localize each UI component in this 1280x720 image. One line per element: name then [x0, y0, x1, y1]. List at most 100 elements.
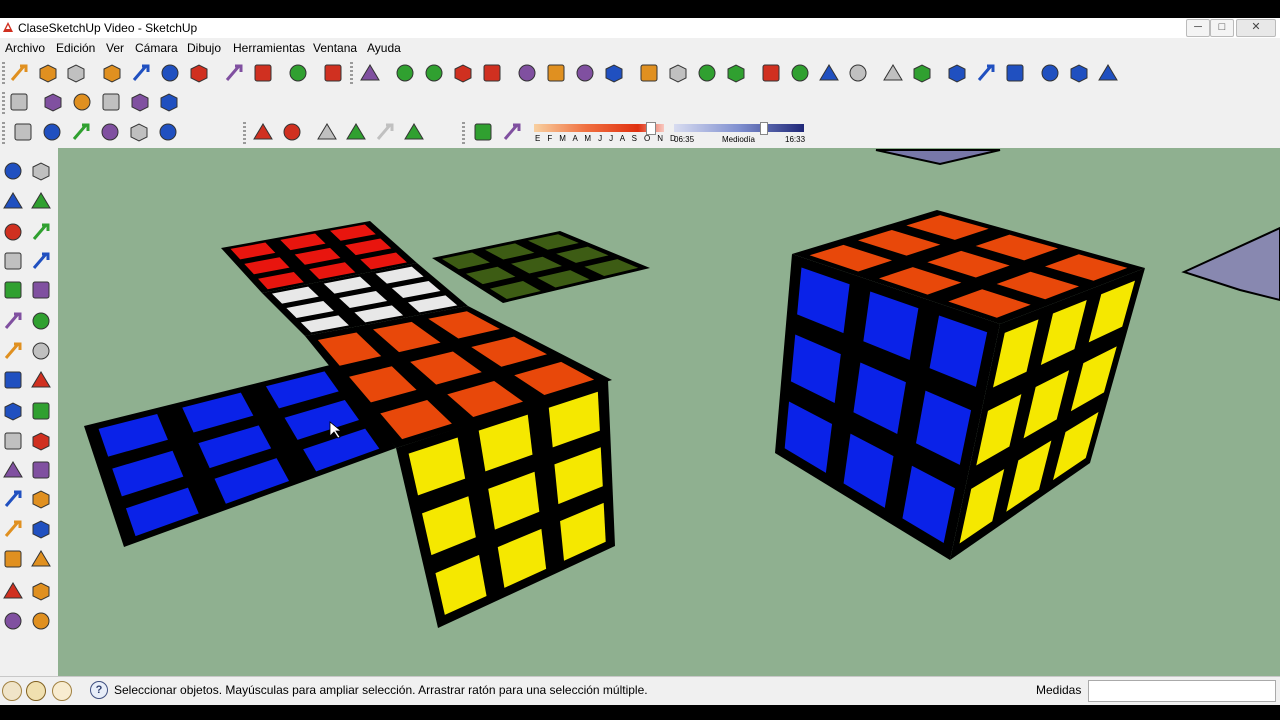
paint-tool-icon[interactable] — [0, 188, 26, 214]
eraser-icon[interactable] — [543, 60, 569, 86]
orbit-tool-icon[interactable] — [0, 486, 26, 512]
scale-tool-icon[interactable] — [0, 367, 26, 393]
push-pull-icon[interactable] — [636, 60, 662, 86]
pan-tool-icon[interactable] — [28, 486, 54, 512]
rectangle-tool-icon[interactable] — [0, 219, 26, 245]
toolbar-grip[interactable] — [2, 92, 5, 114]
zoom-extents-icon[interactable] — [845, 60, 871, 86]
top-view-icon[interactable] — [68, 119, 94, 145]
section-cut-icon[interactable] — [69, 89, 95, 115]
tape-tool-icon[interactable] — [0, 398, 26, 424]
front-view-icon[interactable] — [39, 119, 65, 145]
menu-ver[interactable]: Ver — [106, 41, 124, 55]
menu-dibujo[interactable]: Dibujo — [187, 41, 221, 55]
make-component-icon[interactable] — [514, 60, 540, 86]
rotate-icon[interactable] — [694, 60, 720, 86]
left-view-icon[interactable] — [155, 119, 181, 145]
toolbar-grip[interactable] — [462, 122, 465, 144]
toolbar-grip[interactable] — [350, 62, 353, 84]
shadow-months-bar[interactable] — [534, 124, 664, 132]
toolbar-grip[interactable] — [2, 122, 5, 144]
move-tool-icon[interactable] — [0, 308, 26, 334]
shadow-time-slider[interactable] — [760, 122, 768, 135]
make-component-tool-icon[interactable] — [28, 158, 54, 184]
menu-archivo[interactable]: Archivo — [5, 41, 45, 55]
look-around-tool-icon[interactable] — [28, 578, 54, 604]
walk-tool-icon[interactable] — [0, 608, 26, 634]
erase-icon[interactable] — [186, 60, 212, 86]
model-canvas[interactable] — [58, 148, 1280, 676]
text-tool-icon[interactable] — [28, 428, 54, 454]
dimension-tool-icon[interactable] — [28, 398, 54, 424]
component-share-icon[interactable] — [1066, 60, 1092, 86]
section-tool-icon[interactable] — [28, 608, 54, 634]
user-icon[interactable] — [52, 681, 72, 701]
warehouse-icon[interactable] — [1037, 60, 1063, 86]
pencil-icon[interactable] — [392, 60, 418, 86]
partial-gray-grid-top[interactable] — [875, 149, 1001, 166]
arc-tool-icon[interactable] — [28, 248, 54, 274]
copy-icon[interactable] — [128, 60, 154, 86]
follow-me-tool-icon[interactable] — [28, 338, 54, 364]
menu-ventana[interactable]: Ventana — [313, 41, 357, 55]
freehand-tool-icon[interactable] — [28, 277, 54, 303]
model-viewport[interactable] — [58, 148, 1280, 676]
menu-camara[interactable]: Cámara — [135, 41, 178, 55]
save-icon[interactable] — [63, 60, 89, 86]
xray-icon[interactable] — [250, 119, 276, 145]
measurements-field[interactable] — [1088, 680, 1276, 702]
model-info-icon[interactable] — [320, 60, 346, 86]
layer-icon[interactable] — [6, 89, 32, 115]
zoom-window-tool-icon[interactable] — [28, 516, 54, 542]
push-pull-tool-icon[interactable] — [28, 308, 54, 334]
credits-icon[interactable] — [26, 681, 46, 701]
polygon-tool-icon[interactable] — [0, 277, 26, 303]
zoom-extents-tool-icon[interactable] — [0, 546, 26, 572]
right-view-icon[interactable] — [97, 119, 123, 145]
menu-ayuda[interactable]: Ayuda — [367, 41, 401, 55]
toolbar-grip[interactable] — [2, 62, 5, 84]
rotate-tool-icon[interactable] — [0, 338, 26, 364]
display-cuts-icon[interactable] — [127, 89, 153, 115]
monochrome-icon[interactable] — [401, 119, 427, 145]
protractor-tool-icon[interactable] — [0, 428, 26, 454]
display-sections-icon[interactable] — [98, 89, 124, 115]
previous-tool-icon[interactable] — [28, 546, 54, 572]
partial-gray-grid-right[interactable] — [1181, 226, 1280, 302]
geolocation-icon[interactable] — [2, 681, 22, 701]
new-icon[interactable] — [6, 60, 32, 86]
circle-tool-icon[interactable] — [0, 248, 26, 274]
offset-icon[interactable] — [723, 60, 749, 86]
print-icon[interactable] — [285, 60, 311, 86]
paste-icon[interactable] — [157, 60, 183, 86]
circle-icon[interactable] — [450, 60, 476, 86]
zoom-icon[interactable] — [816, 60, 842, 86]
section-plane-icon[interactable] — [40, 89, 66, 115]
rectangle-icon[interactable] — [421, 60, 447, 86]
shadows-icon[interactable] — [470, 119, 496, 145]
wireframe-icon[interactable] — [279, 119, 305, 145]
maximize-button[interactable]: □ — [1210, 19, 1234, 37]
fill-icon[interactable] — [156, 89, 182, 115]
redo-icon[interactable] — [250, 60, 276, 86]
shadow-time-bar[interactable] — [674, 124, 804, 132]
textured-icon[interactable] — [372, 119, 398, 145]
menu-edicion[interactable]: Edición — [56, 41, 95, 55]
3d-text-tool-icon[interactable] — [28, 457, 54, 483]
zoom-tool-icon[interactable] — [0, 516, 26, 542]
open-icon[interactable] — [35, 60, 61, 86]
cut-icon[interactable] — [99, 60, 125, 86]
move-icon[interactable] — [665, 60, 691, 86]
close-button[interactable]: ✕ — [1236, 19, 1276, 37]
menu-herramientas[interactable]: Herramientas — [233, 41, 305, 55]
shaded-icon[interactable] — [343, 119, 369, 145]
line-tool-icon[interactable] — [28, 219, 54, 245]
minimize-button[interactable]: ─ — [1186, 19, 1210, 37]
fog-icon[interactable] — [499, 119, 525, 145]
hidden-line-icon[interactable] — [314, 119, 340, 145]
share-model-icon[interactable] — [1002, 60, 1028, 86]
back-view-icon[interactable] — [126, 119, 152, 145]
position-camera-tool-icon[interactable] — [0, 578, 26, 604]
next-view-icon[interactable] — [909, 60, 935, 86]
offset-tool-icon[interactable] — [28, 367, 54, 393]
